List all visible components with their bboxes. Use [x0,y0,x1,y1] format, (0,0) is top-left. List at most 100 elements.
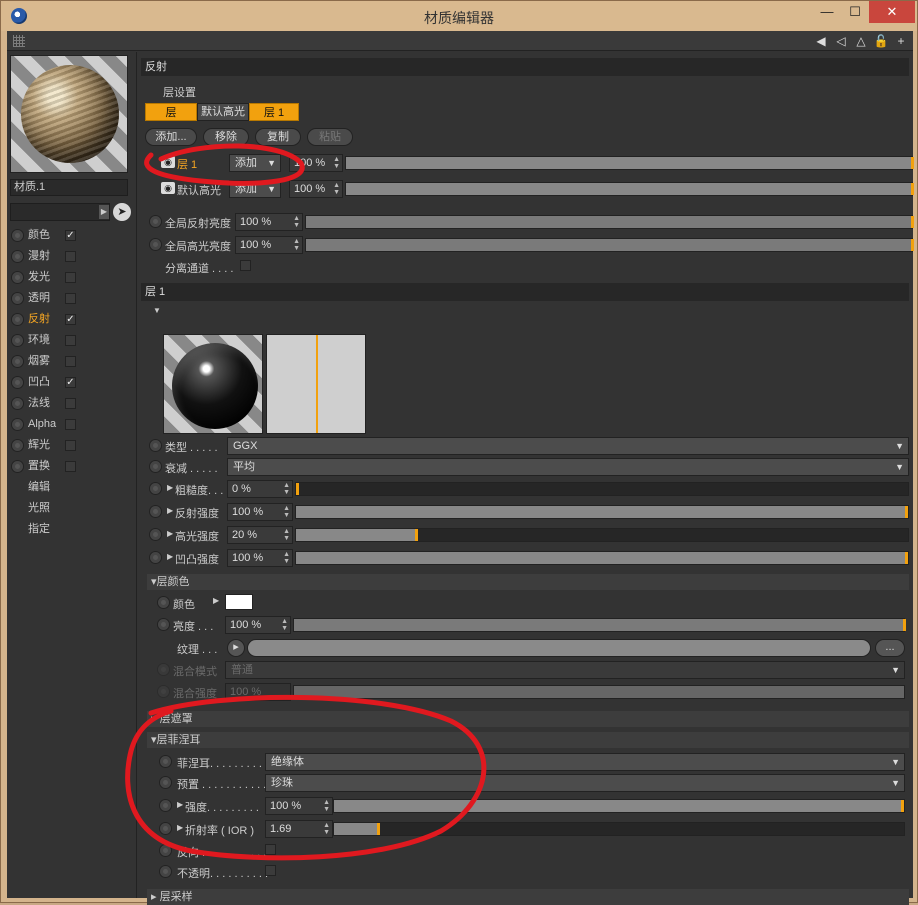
slider-knob[interactable] [296,483,299,495]
global-reflect-field[interactable]: 100 % ▲ ▼ [235,213,303,231]
spin-icon[interactable]: ▲ ▼ [323,822,330,836]
channel-diffuse[interactable]: 漫射 [11,246,135,267]
separate-passes-checkbox[interactable] [240,260,251,271]
strength-slider[interactable] [333,799,905,813]
animate-radio[interactable] [157,663,170,676]
channel-environment[interactable]: 环境 [11,330,135,351]
tab-layer[interactable]: 层 [145,103,197,121]
expand-icon[interactable]: ▶ [177,800,185,809]
channel-checkbox[interactable] [65,293,76,304]
collapse-icon[interactable]: ▼ [153,306,161,315]
illumination-item[interactable]: 光照 [11,498,135,519]
expand-icon[interactable]: ▶ [167,483,175,492]
animate-radio[interactable] [149,528,162,541]
channel-label[interactable]: 发光 [28,267,50,288]
expand-icon[interactable]: ▶ [213,596,221,605]
paste-layer-button[interactable]: 粘贴 [307,128,353,146]
close-button[interactable]: ✕ [869,1,915,23]
specular-strength-field[interactable]: 20 % ▲ ▼ [227,526,293,544]
animate-radio[interactable] [149,551,162,564]
layer-preview[interactable] [163,334,263,434]
layer-strength-slider[interactable] [345,156,914,170]
channel-checkbox[interactable] [65,398,76,409]
animate-radio[interactable] [157,596,170,609]
new-window-icon[interactable]: + [893,33,909,49]
channel-glow[interactable]: 辉光 [11,435,135,456]
animate-radio[interactable] [149,482,162,495]
attenuation-dropdown[interactable]: 平均 ▼ [227,458,909,476]
expand-icon[interactable]: ▶ [167,506,175,515]
spin-icon[interactable]: ▲ ▼ [333,182,340,196]
layer-strength-field[interactable]: 100 % ▲ ▼ [289,154,343,172]
spin-icon[interactable]: ▲ ▼ [283,528,290,542]
radio-icon[interactable] [11,376,24,389]
grip-icon[interactable] [13,35,25,47]
radio-icon[interactable] [11,418,24,431]
channel-label[interactable]: Alpha [28,414,56,435]
blend-strength-slider[interactable] [293,685,905,699]
bump-strength-slider[interactable] [295,551,909,565]
layer-mode-dropdown[interactable]: 添加 ▼ [229,180,281,198]
slider-knob[interactable] [911,239,914,251]
channel-checkbox[interactable]: ✓ [65,230,76,241]
global-spec-field[interactable]: 100 % ▲ ▼ [235,236,303,254]
brightness-slider[interactable] [293,618,906,632]
channel-normal[interactable]: 法线 [11,393,135,414]
copy-layer-button[interactable]: 复制 [255,128,301,146]
fresnel-dropdown[interactable]: 绝缘体 ▼ [265,753,905,771]
add-layer-button[interactable]: 添加... [145,128,197,146]
channel-checkbox[interactable]: ✓ [65,377,76,388]
channel-label[interactable]: 辉光 [28,435,50,456]
animate-radio[interactable] [149,439,162,452]
radio-icon[interactable] [11,355,24,368]
tab-default-specular[interactable]: 默认高光 [197,103,249,121]
channel-label[interactable]: 置换 [28,456,50,477]
blend-mode-dropdown[interactable]: 普通 ▼ [225,661,905,679]
spin-icon[interactable]: ▲ ▼ [283,482,290,496]
channel-bump[interactable]: 凹凸 ✓ [11,372,135,393]
radio-icon[interactable] [11,397,24,410]
expand-icon[interactable]: ▶ [167,552,175,561]
channel-color[interactable]: 颜色 ✓ [11,225,135,246]
color-swatch[interactable] [225,594,253,610]
animate-radio[interactable] [149,460,162,473]
slider-knob[interactable] [903,619,906,631]
slider-knob[interactable] [911,216,914,228]
slider-knob[interactable] [901,800,904,812]
reflection-strength-field[interactable]: 100 % ▲ ▼ [227,503,293,521]
channel-transparency[interactable]: 透明 [11,288,135,309]
layer-strength-slider[interactable] [345,182,914,196]
animate-radio[interactable] [159,844,172,857]
animate-radio[interactable] [149,215,162,228]
ior-field[interactable]: 1.69 ▲ ▼ [265,820,333,838]
radio-icon[interactable] [11,271,24,284]
spin-icon[interactable]: ▲ ▼ [323,799,330,813]
assign-item[interactable]: 指定 [11,519,135,540]
channel-displacement[interactable]: 置换 [11,456,135,477]
channel-label[interactable]: 漫射 [28,246,50,267]
channel-label[interactable]: 反射 [28,309,50,330]
animate-radio[interactable] [157,618,170,631]
radio-icon[interactable] [11,334,24,347]
slider-knob[interactable] [905,506,908,518]
eye-icon[interactable]: ◉ [161,156,175,168]
spin-icon[interactable]: ▲ ▼ [293,215,300,229]
expand-icon[interactable]: ▶ [177,823,185,832]
ior-slider[interactable] [333,822,905,836]
layer-color-header[interactable]: ▾层颜色 [147,574,909,590]
global-spec-slider[interactable] [305,238,914,252]
channel-checkbox[interactable]: ✓ [65,314,76,325]
texture-menu-button[interactable]: ▸ [227,639,245,657]
radio-icon[interactable] [11,250,24,263]
tab-layer-1[interactable]: 层 1 [249,103,299,121]
radio-icon[interactable] [11,439,24,452]
layer-fresnel-header[interactable]: ▾层菲涅耳 [147,732,909,748]
roughness-field[interactable]: 0 % ▲ ▼ [227,480,293,498]
opaque-checkbox[interactable] [265,865,276,876]
back-arrow-icon[interactable]: ◀ [813,33,829,49]
animate-radio[interactable] [159,755,172,768]
channel-label[interactable]: 凹凸 [28,372,50,393]
channel-label[interactable]: 烟雾 [28,351,50,372]
channel-fog[interactable]: 烟雾 [11,351,135,372]
channel-checkbox[interactable] [65,356,76,367]
